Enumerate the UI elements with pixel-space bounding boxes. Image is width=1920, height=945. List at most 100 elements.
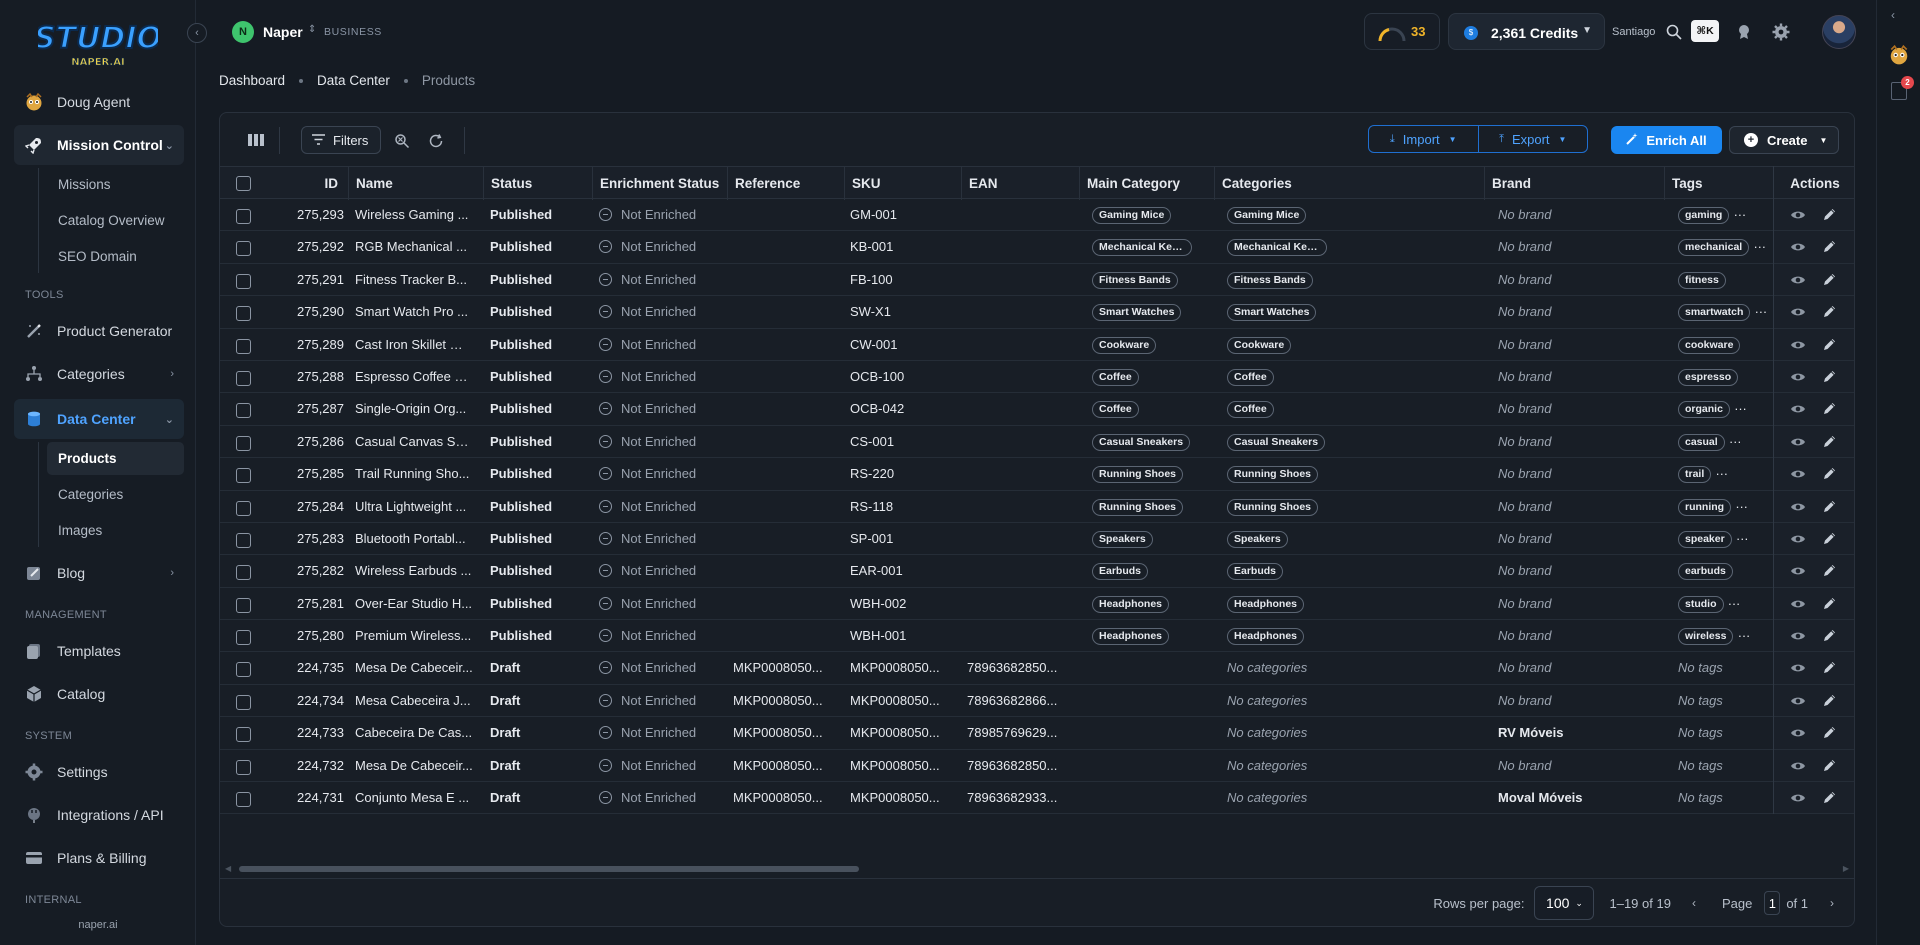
table-row[interactable]: 224,735 Mesa De Cabeceir... Draft MKP000805…: [220, 652, 1854, 685]
view-eye-icon[interactable]: [1790, 402, 1806, 419]
edit-pencil-icon[interactable]: [1822, 531, 1837, 549]
view-eye-icon[interactable]: [1790, 435, 1806, 452]
view-eye-icon[interactable]: [1790, 370, 1806, 387]
sidebar-subitem-catalog-overview[interactable]: Catalog Overview: [47, 204, 184, 237]
sidebar-item-data-center[interactable]: Data Center ⌄: [14, 399, 184, 439]
table-row[interactable]: 275,288 Espresso Coffee C... Published OCB-…: [220, 361, 1854, 394]
search-icon[interactable]: [1664, 22, 1684, 42]
main-category-chip[interactable]: Fitness Bands: [1092, 271, 1178, 289]
view-eye-icon[interactable]: [1790, 208, 1806, 225]
sidebar-subitem-images[interactable]: Images: [47, 514, 184, 547]
edit-pencil-icon[interactable]: [1822, 628, 1837, 646]
previous-page-button[interactable]: ‹: [1686, 896, 1702, 910]
edit-pencil-icon[interactable]: [1822, 499, 1837, 517]
main-category-chip[interactable]: Headphones: [1092, 628, 1170, 646]
view-eye-icon[interactable]: [1790, 629, 1806, 646]
column-header-brand[interactable]: Brand: [1484, 167, 1664, 200]
table-row[interactable]: 224,733 Cabeceira De Cas... Draft MKP000805…: [220, 717, 1854, 750]
tag-chip[interactable]: cookware: [1678, 336, 1741, 354]
category-chip[interactable]: Gaming Mice: [1227, 207, 1307, 225]
edit-pencil-icon[interactable]: [1822, 337, 1837, 355]
expand-panel-icon[interactable]: ‹: [1891, 8, 1895, 22]
view-eye-icon[interactable]: [1790, 500, 1806, 517]
create-button[interactable]: + Create ▼: [1729, 126, 1839, 154]
sidebar-item-integrations[interactable]: Integrations / API: [14, 795, 184, 835]
row-checkbox[interactable]: [236, 435, 251, 451]
select-all-checkbox[interactable]: [236, 176, 251, 191]
row-checkbox[interactable]: [236, 273, 251, 289]
row-checkbox[interactable]: [236, 338, 251, 354]
column-header-tags[interactable]: Tags: [1664, 167, 1773, 200]
main-category-chip[interactable]: Cookware: [1092, 336, 1157, 354]
row-checkbox[interactable]: [236, 532, 251, 548]
main-category-chip[interactable]: Speakers: [1092, 530, 1153, 548]
edit-pencil-icon[interactable]: [1822, 239, 1837, 257]
view-eye-icon[interactable]: [1790, 791, 1806, 808]
view-eye-icon[interactable]: [1790, 338, 1806, 355]
breadcrumb-dashboard[interactable]: Dashboard: [219, 73, 285, 88]
row-checkbox[interactable]: [236, 500, 251, 516]
view-eye-icon[interactable]: [1790, 661, 1806, 678]
tag-chip[interactable]: gaming: [1678, 207, 1730, 225]
tag-chip[interactable]: casual: [1678, 433, 1725, 451]
sidebar-subitem-products[interactable]: Products: [47, 442, 184, 475]
edit-pencil-icon[interactable]: [1822, 563, 1837, 581]
view-eye-icon[interactable]: [1790, 305, 1806, 322]
scroll-left-icon[interactable]: ◀: [225, 864, 231, 873]
tag-chip[interactable]: mechanical: [1678, 239, 1750, 257]
main-category-chip[interactable]: Mechanical Key...: [1092, 239, 1192, 257]
workspace-name[interactable]: Naper: [263, 24, 303, 40]
collapse-sidebar-button[interactable]: ‹: [187, 23, 207, 43]
table-row[interactable]: 224,732 Mesa De Cabeceir... Draft MKP000805…: [220, 750, 1854, 783]
category-chip[interactable]: Casual Sneakers: [1227, 433, 1326, 451]
row-checkbox[interactable]: [236, 694, 251, 710]
category-chip[interactable]: Coffee: [1227, 369, 1274, 387]
export-button[interactable]: ⤒ Export ▼: [1477, 126, 1588, 152]
category-chip[interactable]: Headphones: [1227, 628, 1305, 646]
edit-pencil-icon[interactable]: [1822, 596, 1837, 614]
table-row[interactable]: 224,734 Mesa Cabeceira J... Draft MKP000805…: [220, 685, 1854, 718]
column-header-name[interactable]: Name: [348, 167, 483, 200]
tag-chip[interactable]: fitness: [1678, 271, 1726, 289]
column-header-status[interactable]: Status: [483, 167, 592, 200]
table-row[interactable]: 275,287 Single-Origin Org... Published OCB-…: [220, 393, 1854, 426]
view-eye-icon[interactable]: [1790, 273, 1806, 290]
edit-pencil-icon[interactable]: [1822, 725, 1837, 743]
table-row[interactable]: 275,283 Bluetooth Portabl... Published SP-0…: [220, 523, 1854, 556]
import-button[interactable]: ⤓ Import ▼: [1369, 126, 1478, 152]
table-row[interactable]: 275,280 Premium Wireless... Published WBH-0…: [220, 620, 1854, 653]
column-header-reference[interactable]: Reference: [727, 167, 844, 200]
column-header-sku[interactable]: SKU: [844, 167, 961, 200]
main-category-chip[interactable]: Running Shoes: [1092, 466, 1183, 484]
view-eye-icon[interactable]: [1790, 564, 1806, 581]
tag-chip[interactable]: organic: [1678, 401, 1730, 419]
row-checkbox[interactable]: [236, 209, 251, 224]
category-chip[interactable]: Earbuds: [1227, 563, 1284, 581]
rows-per-page-select[interactable]: 100 ⌄: [1534, 886, 1595, 920]
table-row[interactable]: 275,290 Smart Watch Pro ... Published SW-X1…: [220, 296, 1854, 329]
tag-chip[interactable]: trail: [1678, 466, 1712, 484]
sidebar-item-mission-control[interactable]: Mission Control ⌄: [14, 125, 184, 165]
view-eye-icon[interactable]: [1790, 597, 1806, 614]
sidebar-subitem-categories[interactable]: Categories: [47, 478, 184, 511]
sidebar-item-settings[interactable]: Settings: [14, 752, 184, 792]
page-number-input[interactable]: 1: [1764, 891, 1781, 915]
category-chip[interactable]: Headphones: [1227, 595, 1305, 613]
main-category-chip[interactable]: Running Shoes: [1092, 498, 1183, 516]
main-category-chip[interactable]: Coffee: [1092, 401, 1139, 419]
row-checkbox[interactable]: [236, 597, 251, 613]
row-checkbox[interactable]: [236, 565, 251, 581]
category-chip[interactable]: Running Shoes: [1227, 466, 1318, 484]
clear-search-icon[interactable]: [393, 132, 411, 150]
edit-pencil-icon[interactable]: [1822, 272, 1837, 290]
user-avatar[interactable]: [1822, 15, 1856, 49]
column-header-categories[interactable]: Categories: [1214, 167, 1484, 200]
edit-pencil-icon[interactable]: [1822, 207, 1837, 225]
table-row[interactable]: 275,289 Cast Iron Skillet —... Published CW…: [220, 329, 1854, 361]
column-header-ean[interactable]: EAN: [961, 167, 1079, 200]
sidebar-item-catalog[interactable]: Catalog: [14, 674, 184, 714]
edit-pencil-icon[interactable]: [1822, 401, 1837, 419]
category-chip[interactable]: Running Shoes: [1227, 498, 1318, 516]
view-eye-icon[interactable]: [1790, 694, 1806, 711]
category-chip[interactable]: Mechanical Keyboards: [1227, 239, 1327, 257]
